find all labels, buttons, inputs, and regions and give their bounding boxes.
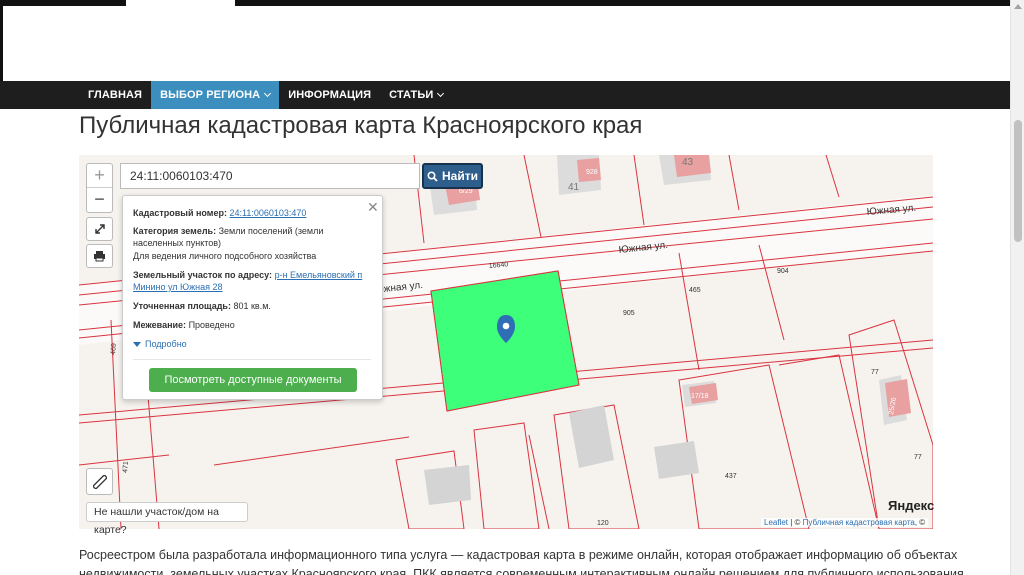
top-strip-left <box>0 0 126 6</box>
usage-row: Для ведения личного подсобного хозяйства <box>133 251 317 261</box>
parcel-info-popup: ✕ Кадастровый номер: 24:11:0060103:470 К… <box>122 195 383 400</box>
nav-item-home[interactable]: ГЛАВНАЯ <box>79 81 151 109</box>
map-attribution: Leaflet | © Публичная кадастровая карта,… <box>761 518 929 527</box>
search-button-label: Найти <box>442 169 478 183</box>
survey-label: Межевание: <box>133 320 187 330</box>
chevron-down-icon <box>264 89 272 98</box>
zoom-control: + − <box>86 163 113 213</box>
yandex-logo: Яндекс <box>888 498 935 513</box>
category-row: Категория земель: Земли поселений (земли… <box>133 225 371 249</box>
area-value: 801 кв.м. <box>233 301 271 311</box>
fullscreen-button[interactable] <box>86 217 113 241</box>
view-documents-button[interactable]: Посмотреть доступные документы <box>149 368 357 392</box>
parcel-label: 43 <box>682 157 694 168</box>
ruler-button[interactable] <box>86 468 113 495</box>
search-icon <box>427 170 438 182</box>
search-button[interactable]: Найти <box>422 163 483 189</box>
cadastral-link[interactable]: 24:11:0060103:470 <box>229 208 306 218</box>
cadastral-label: Кадастровый номер: <box>133 208 227 218</box>
cadastral-search-input[interactable] <box>120 163 420 189</box>
scroll-thumb[interactable] <box>1014 120 1022 242</box>
nav-item-info[interactable]: ИНФОРМАЦИЯ <box>279 81 380 109</box>
nav-menu: ГЛАВНАЯ ВЫБОР РЕГИОНА ИНФОРМАЦИЯ СТАТЬИ <box>79 81 452 109</box>
zoom-in-button[interactable]: + <box>87 164 112 188</box>
parcel-label: 120 <box>597 520 609 527</box>
print-button[interactable] <box>86 244 113 268</box>
cadastral-row: Кадастровый номер: 24:11:0060103:470 <box>133 207 371 219</box>
ruler-icon <box>92 474 107 489</box>
attribution-sep: | © <box>788 518 803 527</box>
parcel-label: 17/18 <box>691 393 709 400</box>
top-edge <box>0 0 3 86</box>
not-found-button[interactable]: Не нашли участок/дом на карте? <box>86 502 248 536</box>
printer-icon <box>94 251 105 262</box>
area-label: Уточненная площадь: <box>133 301 231 311</box>
address-label: Земельный участок по адресу: <box>133 270 273 280</box>
intro-paragraph: Росреестром была разработала информацион… <box>79 548 964 575</box>
nav-item-label: СТАТЬИ <box>389 89 434 101</box>
parcel-label: 77 <box>914 454 922 461</box>
scroll-up-arrow-icon[interactable] <box>1014 4 1022 9</box>
parcel-label: 77 <box>871 369 879 376</box>
top-strip-right <box>235 0 1010 6</box>
zoom-out-button[interactable]: − <box>87 188 112 212</box>
survey-value: Проведено <box>188 320 235 330</box>
parcel-label: 904 <box>777 268 789 275</box>
parcel-label: 471 <box>122 461 130 473</box>
pkk-link[interactable]: Публичная кадастровая карта <box>803 518 915 527</box>
page-scrollbar[interactable] <box>1010 0 1024 575</box>
parcel-label: 905 <box>623 310 635 317</box>
leaflet-link[interactable]: Leaflet <box>764 518 788 527</box>
details-label: Подробно <box>145 339 187 349</box>
parcel-label: 469 <box>110 343 118 355</box>
parcel-label: 928 <box>586 169 598 176</box>
chevron-down-icon <box>437 89 445 98</box>
area-row: Уточненная площадь: 801 кв.м. <box>133 300 371 312</box>
parcel-label: 6/29 <box>459 188 473 195</box>
nav-item-label: ГЛАВНАЯ <box>88 89 143 101</box>
parcel-label: 465 <box>689 287 701 294</box>
address-row: Земельный участок по адресу: р-н Емельян… <box>133 269 371 293</box>
nav-item-articles[interactable]: СТАТЬИ <box>380 81 452 109</box>
survey-row: Межевание: Проведено <box>133 319 371 331</box>
attribution-tail: , © <box>914 518 926 527</box>
nav-item-region[interactable]: ВЫБОР РЕГИОНА <box>151 81 280 109</box>
page-title: Публичная кадастровая карта Красноярског… <box>79 112 643 139</box>
divider <box>133 359 371 360</box>
nav-item-label: ИНФОРМАЦИЯ <box>288 89 372 101</box>
details-toggle[interactable]: Подробно <box>133 338 187 350</box>
parcel-label: 41 <box>568 182 580 193</box>
nav-item-label: ВЫБОР РЕГИОНА <box>160 89 261 101</box>
parcel-label: 437 <box>725 473 737 480</box>
triangle-down-icon <box>133 341 141 347</box>
category-label: Категория земель: <box>133 226 217 236</box>
expand-icon <box>94 224 105 234</box>
main-navbar: ГЛАВНАЯ ВЫБОР РЕГИОНА ИНФОРМАЦИЯ СТАТЬИ <box>0 81 1010 109</box>
top-blank-area <box>0 0 1024 86</box>
